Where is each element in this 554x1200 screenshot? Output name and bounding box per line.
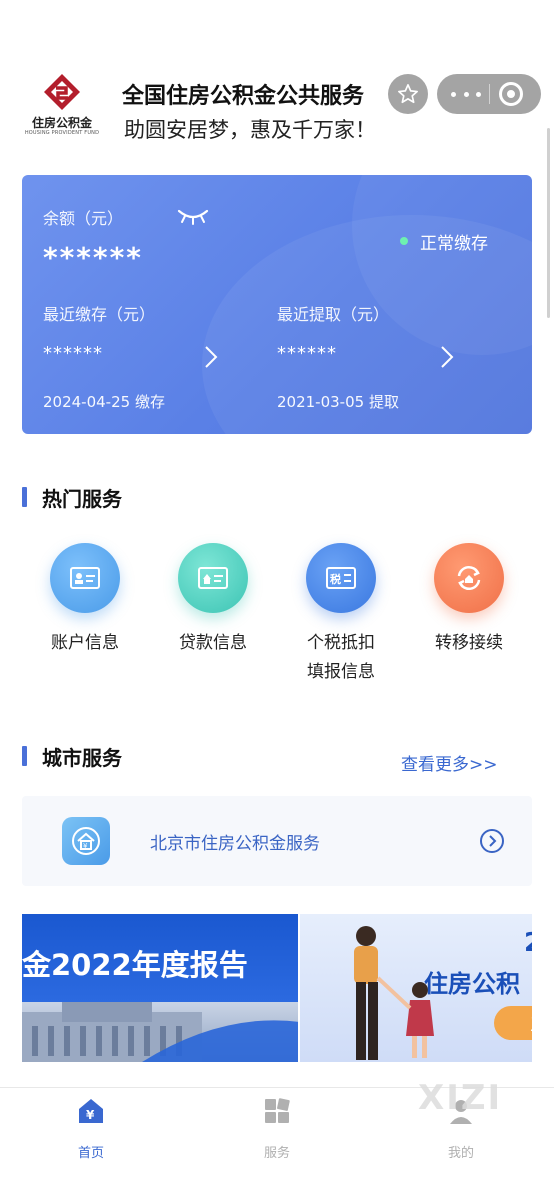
chevron-circle-right-icon [480,829,504,853]
service-label: 账户信息 [51,633,119,653]
capsule-divider [489,84,490,104]
recent-withdraw-label: 最近提取（元） [277,305,390,324]
transfer-icon [434,543,504,613]
svg-text:¥: ¥ [83,842,88,850]
eye-closed-icon[interactable] [176,207,210,225]
service-loan-info[interactable]: 贷款信息 [158,543,268,658]
hot-services-title: 热门服务 [42,487,122,511]
recent-deposit-date: 2024-04-25 缴存 [43,393,165,411]
tab-label: 首页 [77,1146,104,1161]
section-accent-bar [22,487,27,507]
service-transfer[interactable]: 转移接续 [414,543,524,658]
account-card-icon [50,543,120,613]
chevron-right-icon[interactable] [204,345,218,369]
recent-deposit-label: 最近缴存（元） [43,305,156,324]
section-accent-bar [22,746,27,766]
svg-text:¥: ¥ [86,1108,95,1122]
banner-action-button[interactable]: 立 [494,1006,532,1040]
banner-right-year: 20 [524,928,532,958]
banner-left-text: 金2022年度报告 [22,948,248,982]
dot-icon [463,91,469,97]
building-image [22,1002,300,1062]
services-grid-icon [265,1098,290,1123]
service-account-info[interactable]: 账户信息 [30,543,140,658]
see-more-link[interactable]: 查看更多>> [401,750,498,775]
deposit-status: 正常缴存 [420,234,488,254]
more-options-button[interactable] [451,74,481,114]
close-miniprogram-button[interactable] [499,82,523,106]
annual-report-banner[interactable]: 金2022年度报告 住房公积 [22,914,532,1062]
banner-right-title: 住房公积 [424,970,520,998]
chevron-right-icon[interactable] [440,345,454,369]
dot-icon [451,91,456,97]
balance-value: ****** [43,241,143,274]
tax-icon: 税 [306,543,376,613]
tab-label: 我的 [447,1146,474,1161]
banner-right-panel: 20 住房公积 立 [300,914,532,1062]
city-service-item[interactable]: ¥ 北京市住房公积金服务 [22,796,532,886]
page-slogan: 助圆安居梦，惠及千万家！ [124,118,376,142]
watermark: XIZI [418,1078,503,1118]
app-header: 住房公积金 HOUSING PROVIDENT FUND 全国住房公积金公共服务… [0,0,554,160]
svg-text:税: 税 [330,572,341,586]
logo-english-text: HOUSING PROVIDENT FUND [24,130,100,136]
home-icon: ¥ [79,1099,103,1123]
page-title: 全国住房公积金公共服务 [122,84,365,109]
service-label: 贷款信息 [179,633,247,653]
recent-deposit-value[interactable]: ****** [43,343,103,364]
service-label: 转移接续 [435,633,503,653]
city-service-label: 北京市住房公积金服务 [150,834,320,854]
banner-left-panel: 金2022年度报告 [22,914,300,1062]
scroll-indicator [547,128,550,318]
star-icon [398,84,418,104]
logo-chinese-text: 住房公积金 [31,116,92,130]
tab-home[interactable]: ¥ 首页 [31,1096,151,1161]
hpf-logo: 住房公积金 HOUSING PROVIDENT FUND [20,72,104,138]
service-label: 个税抵扣 填报信息 [307,633,375,682]
service-tax-deduction[interactable]: 税 个税抵扣 填报信息 [286,543,396,687]
city-services-title: 城市服务 [42,746,122,770]
miniprogram-capsule [437,74,541,114]
status-dot-icon [400,237,408,245]
loan-card-icon [178,543,248,613]
favorite-button[interactable] [388,74,428,114]
banner-action-label: 立 [530,1011,532,1035]
recent-withdraw-date: 2021-03-05 提取 [277,393,399,411]
hpf-logo-mark-icon [44,74,80,110]
tab-label: 服务 [263,1146,290,1161]
city-house-icon: ¥ [62,817,110,865]
balance-card: 余额（元） ****** 正常缴存 最近缴存（元） ****** 2024-04… [22,175,532,434]
recent-withdraw-value[interactable]: ****** [277,343,337,364]
tab-services[interactable]: 服务 [217,1096,337,1161]
balance-label: 余额（元） [43,209,124,228]
dot-icon [476,91,481,97]
